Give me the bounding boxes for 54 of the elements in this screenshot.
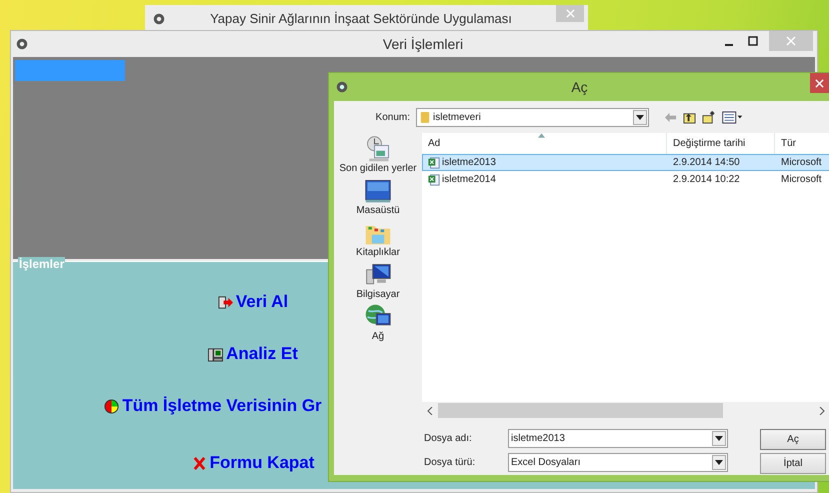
place-item[interactable]: Son gidilen yerler xyxy=(339,135,417,174)
open-button[interactable]: Aç xyxy=(760,429,826,450)
place-item[interactable]: Masaüstü xyxy=(356,177,400,216)
file-row[interactable]: isletme2013 2.9.2014 14:50 Microsoft xyxy=(422,154,829,171)
pie-chart-icon xyxy=(104,398,120,414)
file-type: Microsoft xyxy=(780,156,823,170)
close-icon xyxy=(566,9,574,18)
file-row[interactable]: isletme2014 2.9.2014 10:22 Microsoft xyxy=(422,171,829,188)
close-icon xyxy=(815,78,824,88)
computer-icon xyxy=(208,346,224,362)
dialog-title: Aç xyxy=(570,79,589,95)
arrow-icon xyxy=(218,294,233,310)
location-dropdown[interactable]: isletmeveri xyxy=(416,108,649,126)
modified-date: 2.9.2014 10:22 xyxy=(672,173,741,187)
column-header[interactable]: Tür xyxy=(775,133,829,154)
place-item[interactable]: Kitaplıklar xyxy=(356,219,400,258)
close-icon xyxy=(786,36,796,46)
view-menu-icon[interactable] xyxy=(721,110,743,124)
action-link[interactable]: Formu Kapat xyxy=(192,452,314,474)
file-name: isletme2013 xyxy=(442,157,496,168)
dropdown-arrow-icon xyxy=(715,460,723,465)
scroll-left-icon[interactable] xyxy=(427,406,433,414)
file-name-field[interactable]: isletme2013 xyxy=(508,429,728,448)
location-label: Konum: xyxy=(374,112,411,122)
file-type-dropdown[interactable]: Excel Dosyaları xyxy=(508,453,728,472)
modified-date: 2.9.2014 14:50 xyxy=(672,156,741,170)
minimize-icon xyxy=(725,44,733,46)
dropdown-arrow-icon xyxy=(636,114,644,120)
folder-icon xyxy=(420,110,430,124)
cancel-button[interactable]: İptal xyxy=(760,453,826,474)
file-name: isletme2014 xyxy=(442,174,496,185)
scrollbar-thumb[interactable] xyxy=(438,403,723,418)
spreadsheet-icon xyxy=(428,156,440,168)
up-folder-icon[interactable] xyxy=(683,110,696,124)
scroll-right-icon[interactable] xyxy=(819,406,825,414)
maximize-icon xyxy=(748,36,758,46)
action-link[interactable]: Veri Al xyxy=(218,291,288,313)
file-type-label: Dosya türü: xyxy=(424,457,476,468)
spreadsheet-icon xyxy=(428,174,440,186)
window-title: Yapay Sinir Ağlarının İnşaat Sektöründe Uygulaması xyxy=(209,11,513,26)
cross-icon xyxy=(192,456,207,470)
sort-arrow-icon xyxy=(538,133,545,138)
file-type: Microsoft xyxy=(780,173,823,187)
group-title: İşlemler xyxy=(18,257,66,271)
new-folder-icon[interactable] xyxy=(702,110,715,124)
place-item[interactable]: Ağ xyxy=(364,303,392,342)
window-title: Veri İşlemleri xyxy=(382,36,464,52)
monitor-icon xyxy=(364,177,392,205)
file-name-label: Dosya adı: xyxy=(424,433,473,444)
dropdown-arrow-icon xyxy=(715,436,723,441)
close-button[interactable] xyxy=(810,73,829,93)
place-item[interactable]: Bilgisayar xyxy=(356,261,400,300)
action-link[interactable]: Tüm İşletme Verisinin Gr xyxy=(104,395,322,417)
action-link[interactable]: Analiz Et xyxy=(208,343,298,365)
